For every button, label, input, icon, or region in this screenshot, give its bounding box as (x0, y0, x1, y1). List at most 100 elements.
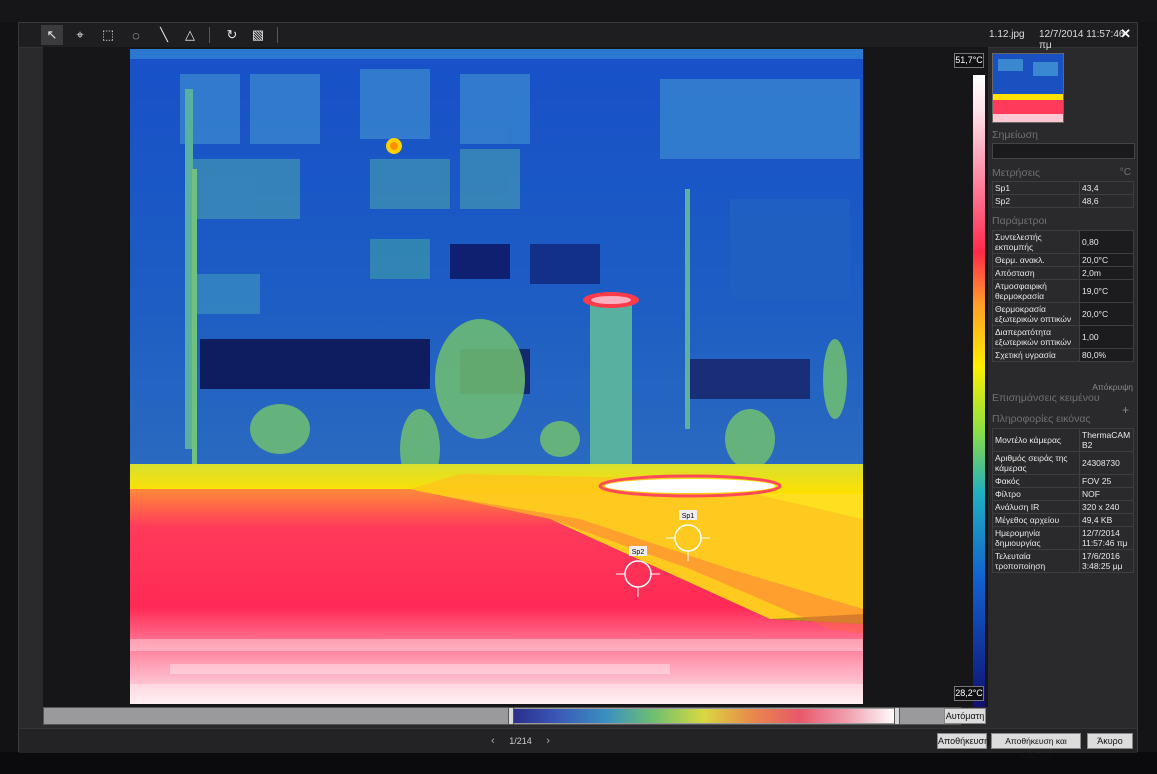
info-value: 49,4 KB (1079, 513, 1134, 527)
spot-tool-icon[interactable]: ⌖ (69, 25, 91, 45)
info-value: FOV 25 (1079, 474, 1134, 488)
background-app-left (0, 22, 18, 752)
background-app-right (1138, 22, 1157, 752)
box-tool-icon[interactable]: ⬚ (97, 25, 119, 45)
text-annotations-section-title: Επισημάνσεις κειμένου (992, 392, 1100, 404)
table-row: Απόσταση 2,0m (992, 266, 1134, 280)
scale-min-label[interactable]: 28,2°C (954, 686, 984, 701)
info-name: Ημερομηνία δημιουργίας (992, 526, 1080, 550)
save-and-close-button[interactable]: Αποθήκευση και κλείσιμο (991, 733, 1081, 760)
info-value: NOF (1079, 487, 1134, 501)
page-counter: 1/214 (509, 736, 532, 746)
add-annotation-icon[interactable]: + (1122, 403, 1129, 417)
info-name: Φακός (992, 474, 1080, 488)
toolbar-separator (209, 27, 210, 43)
parameter-value[interactable]: 20,0°C (1079, 253, 1134, 267)
table-row: Σχετική υγρασία 80,0% (992, 348, 1134, 362)
thermal-image[interactable]: Sp1 Sp2 (130, 49, 863, 704)
info-value: ThermaCAM B2 (1079, 428, 1134, 452)
measurements-table: Sp1 43,4 Sp2 48,6 (992, 181, 1134, 208)
table-row: Θερμ. ανακλ. 20,0°C (992, 253, 1134, 267)
parameter-name: Συντελεστής εκπομπής (992, 230, 1080, 254)
measurements-unit: °C (1119, 167, 1131, 178)
info-value: 24308730 (1079, 451, 1134, 475)
auto-button[interactable]: Αυτόματη (944, 708, 986, 724)
temperature-scale-bar (973, 75, 985, 707)
circle-tool-icon[interactable]: ◌ (125, 25, 147, 45)
close-icon[interactable]: ✕ (1120, 26, 1131, 42)
measurement-name: Sp2 (992, 194, 1080, 208)
level-span-slider[interactable] (43, 707, 961, 725)
info-name: Τελευταία τροποποίηση (992, 549, 1080, 573)
next-image-icon[interactable]: › (546, 735, 550, 747)
note-section-title: Σημείωση (992, 129, 1038, 141)
spot-sp1-label: Sp1 (682, 513, 695, 520)
info-name: Μοντέλο κάμερας (992, 428, 1080, 452)
parameter-value[interactable]: 0,80 (1079, 230, 1134, 254)
range-max-handle[interactable] (894, 707, 900, 725)
line-tool-icon[interactable]: ╲ (153, 25, 175, 45)
delta-tool-icon[interactable]: △ (179, 25, 201, 45)
parameter-name: Σχετική υγρασία (992, 348, 1080, 362)
palette-range-fill (510, 709, 896, 723)
parameter-name: Ατμοσφαιρική θερμοκρασία (992, 279, 1080, 303)
table-row: Αριθμός σειράς της κάμερας 24308730 (992, 451, 1134, 475)
note-input[interactable] (992, 143, 1135, 159)
parameter-value[interactable]: 1,00 (1079, 325, 1134, 349)
parameter-value[interactable]: 19,0°C (1079, 279, 1134, 303)
table-row: Συντελεστής εκπομπής 0,80 (992, 230, 1134, 254)
table-row: Διαπερατότητα εξωτερικών οπτικών 1,00 (992, 325, 1134, 349)
measurement-value: 48,6 (1079, 194, 1134, 208)
info-name: Φίλτρο (992, 487, 1080, 501)
parameter-value[interactable]: 2,0m (1079, 266, 1134, 280)
scale-max-label[interactable]: 51,7°C (954, 53, 984, 68)
table-row: Τελευταία τροποποίηση 17/6/2016 3:48:25 μ… (992, 549, 1134, 573)
range-min-handle[interactable] (508, 707, 514, 725)
parameter-value[interactable]: 20,0°C (1079, 302, 1134, 326)
side-panel: Σημείωση Μετρήσεις °C Sp1 43,4 Sp2 48,6 Πα… (989, 51, 1137, 711)
measurement-value: 43,4 (1079, 181, 1134, 195)
parameter-name: Απόσταση (992, 266, 1080, 280)
previous-image-icon[interactable]: ‹ (491, 735, 495, 747)
save-button[interactable]: Αποθήκευση (937, 733, 989, 749)
table-row: Φίλτρο NOF (992, 487, 1134, 501)
table-row: Sp2 48,6 (992, 194, 1134, 208)
image-info-table: Μοντέλο κάμερας ThermaCAM B2 Αριθμός σειρ… (992, 428, 1134, 573)
palette-icon[interactable]: ▧ (247, 25, 269, 45)
info-value: 17/6/2016 3:48:25 μμ (1079, 549, 1134, 573)
parameters-table: Συντελεστής εκπομπής 0,80 Θερμ. ανακλ. 20,… (992, 230, 1134, 362)
table-row: Sp1 43,4 (992, 181, 1134, 195)
table-row: Ατμοσφαιρική θερμοκρασία 19,0°C (992, 279, 1134, 303)
spot-sp2-label: Sp2 (632, 549, 645, 556)
table-row: Ημερομηνία δημιουργίας 12/7/2014 11:57:46… (992, 526, 1134, 550)
parameter-name: Θερμ. ανακλ. (992, 253, 1080, 267)
image-thumbnail (992, 53, 1064, 123)
table-row: Ανάλυση IR 320 x 240 (992, 500, 1134, 514)
table-row: Μοντέλο κάμερας ThermaCAM B2 (992, 428, 1134, 452)
measurements-section-title: Μετρήσεις (992, 167, 1040, 179)
image-viewer: Sp1 Sp2 (43, 47, 988, 707)
parameter-name: Θερμοκρασία εξωτερικών οπτικών (992, 302, 1080, 326)
info-value: 12/7/2014 11:57:46 πμ (1079, 526, 1134, 550)
toolbar-separator (277, 27, 278, 43)
table-row: Θερμοκρασία εξωτερικών οπτικών 20,0°C (992, 302, 1134, 326)
background-status-bar (0, 752, 1157, 774)
parameter-name: Διαπερατότητα εξωτερικών οπτικών (992, 325, 1080, 349)
table-row: Μέγεθος αρχείου 49,4 KB (992, 513, 1134, 527)
info-name: Αριθμός σειράς της κάμερας (992, 451, 1080, 475)
parameters-section-title: Παράμετροι (992, 215, 1047, 227)
toolbar: ↖ ⌖ ⬚ ◌ ╲ △ ↻ ▧ 1.12.jpg 12/7/2014 11:57… (19, 23, 1137, 51)
hide-parameters-link[interactable]: Απόκρυψη (1092, 382, 1133, 392)
background-app-bar (0, 0, 1157, 22)
file-name: 1.12.jpg (989, 29, 1025, 40)
info-name: Ανάλυση IR (992, 500, 1080, 514)
table-row: Φακός FOV 25 (992, 474, 1134, 488)
parameter-value[interactable]: 80,0% (1079, 348, 1134, 362)
image-editor-dialog: ↖ ⌖ ⬚ ◌ ╲ △ ↻ ▧ 1.12.jpg 12/7/2014 11:57… (18, 22, 1138, 760)
measurement-name: Sp1 (992, 181, 1080, 195)
cancel-button[interactable]: Άκυρο (1087, 733, 1133, 749)
rotate-icon[interactable]: ↻ (221, 25, 243, 45)
dialog-footer: ‹ 1/214 › Αποθήκευση Αποθήκευση και κλεί… (19, 728, 1137, 760)
info-name: Μέγεθος αρχείου (992, 513, 1080, 527)
select-pointer-icon[interactable]: ↖ (41, 25, 63, 45)
